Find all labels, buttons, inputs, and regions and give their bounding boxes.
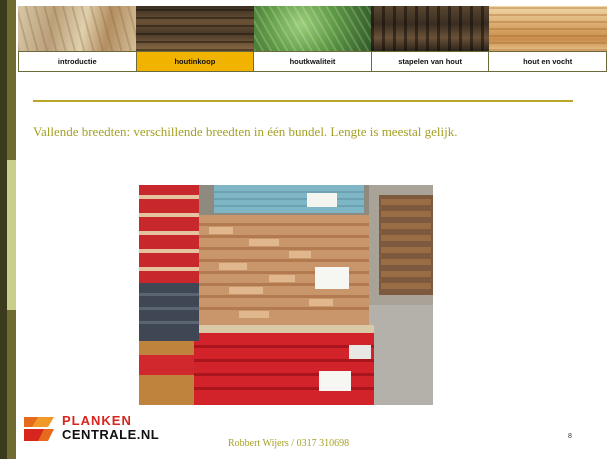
- left-decor-bar: [0, 0, 7, 459]
- header-photo-wood-grain: [18, 6, 136, 51]
- nav-tab-introductie[interactable]: introductie: [18, 51, 137, 72]
- nav-tab-hout-en-vocht[interactable]: hout en vocht: [489, 51, 607, 72]
- nav-bar: introductie houtinkoop houtkwaliteit sta…: [18, 51, 607, 72]
- header-photo-sawmill: [135, 6, 254, 51]
- nav-tab-houtkwaliteit[interactable]: houtkwaliteit: [254, 51, 372, 72]
- header-photo-strip: [18, 6, 607, 51]
- lumber-stack-photo: [139, 185, 433, 405]
- title-divider: [33, 100, 573, 102]
- nav-tab-stapelen-van-hout[interactable]: stapelen van hout: [371, 51, 490, 72]
- header-photo-planks: [489, 6, 607, 51]
- footer-contact: Robbert Wijers / 0317 310698: [228, 438, 350, 449]
- page-number: 8: [568, 433, 572, 440]
- nav-tab-houtinkoop[interactable]: houtinkoop: [136, 51, 255, 72]
- header-photo-tree: [253, 6, 372, 51]
- left-decor-bar-bottom: [7, 310, 16, 459]
- left-decor-bar-top: [7, 0, 16, 160]
- logo-text-line2: CENTRALE.NL: [62, 427, 160, 442]
- plankencentrale-logo-mark-icon: [22, 413, 56, 445]
- header-photo-stacked-wood: [371, 6, 490, 51]
- left-decor-bar-middle: [7, 160, 16, 310]
- plankencentrale-logo: PLANKEN CENTRALE.NL: [22, 413, 172, 447]
- logo-text-line1: PLANKEN: [62, 413, 132, 428]
- slide-body-text: Vallende breedten: verschillende breedte…: [33, 124, 458, 139]
